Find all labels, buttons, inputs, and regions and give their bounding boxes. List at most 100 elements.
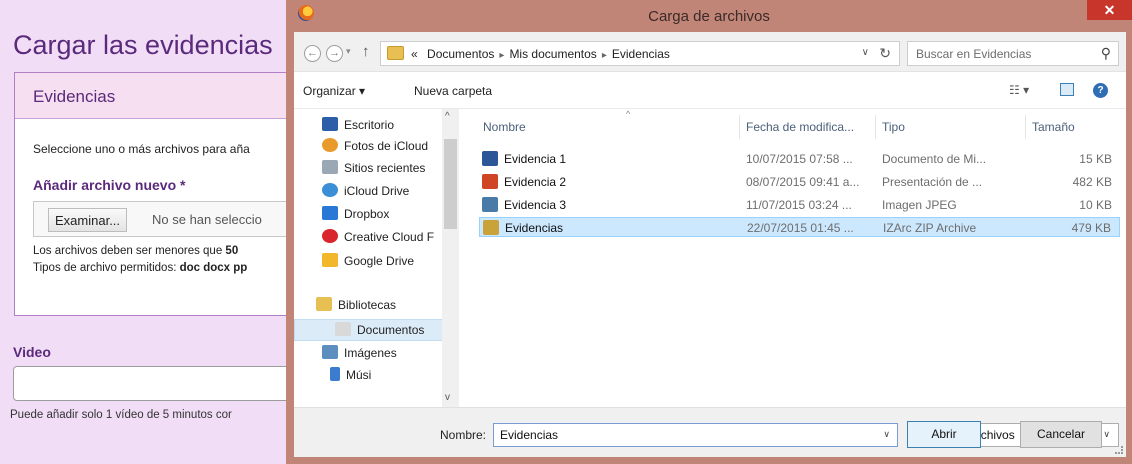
- cancel-button[interactable]: Cancelar: [1020, 421, 1102, 448]
- size-note: Los archivos deben ser menores que 50: [33, 245, 239, 257]
- chevron-down-icon[interactable]: ∨: [1103, 429, 1110, 440]
- file-size: 482 KB: [1072, 175, 1112, 189]
- file-name: Evidencias: [505, 221, 564, 235]
- filename-label: Nombre:: [440, 428, 487, 442]
- libraries-icon: [316, 297, 332, 311]
- word-document-icon: [482, 151, 498, 166]
- file-name: Evidencia 2: [504, 175, 567, 189]
- up-arrow-icon[interactable]: ↑: [362, 43, 370, 60]
- recent-places-icon: [322, 160, 338, 174]
- file-row[interactable]: Evidencia 3 11/07/2015 03:24 ... Imagen …: [479, 195, 1120, 215]
- column-divider[interactable]: [875, 115, 876, 139]
- google-drive-icon: [322, 253, 338, 267]
- add-file-label: Añadir archivo nuevo *: [33, 177, 186, 193]
- nav-item-fotos-icloud[interactable]: Fotos de iCloud: [322, 138, 428, 160]
- file-row[interactable]: Evidencia 2 08/07/2015 09:41 a... Presen…: [479, 172, 1120, 192]
- nav-item-google-drive[interactable]: Google Drive: [322, 253, 414, 275]
- dialog-titlebar[interactable]: Carga de archivos ✕: [286, 0, 1132, 32]
- column-header-tamano[interactable]: Tamaño: [1032, 120, 1075, 134]
- new-folder-button[interactable]: Nueva carpeta: [414, 84, 492, 98]
- column-header-nombre[interactable]: Nombre: [483, 120, 526, 134]
- chevron-down-icon[interactable]: ∨: [883, 429, 890, 440]
- zip-archive-icon: [483, 220, 499, 235]
- nav-item-bibliotecas[interactable]: Bibliotecas: [316, 297, 396, 319]
- filename-input[interactable]: Evidencias ∨: [493, 423, 898, 447]
- nav-item-dropbox[interactable]: Dropbox: [322, 206, 389, 228]
- file-upload-dialog: Carga de archivos ✕ ← → ▾ ↑ « Documentos…: [286, 0, 1132, 464]
- music-icon: [330, 367, 340, 381]
- breadcrumb-documentos[interactable]: Documentos: [427, 47, 494, 61]
- page-title: Cargar las evidencias: [13, 30, 273, 60]
- nav-item-imagenes[interactable]: Imágenes: [322, 345, 397, 367]
- nav-item-sitios-recientes[interactable]: Sitios recientes: [322, 160, 425, 182]
- creative-cloud-icon: [322, 229, 338, 243]
- video-input[interactable]: [13, 366, 303, 401]
- breadcrumb: « Documentos ▸ Mis documentos ▸ Evidencias: [411, 47, 670, 61]
- resize-grip[interactable]: [1115, 446, 1123, 454]
- file-type: Imagen JPEG: [882, 198, 957, 212]
- nav-item-icloud-drive[interactable]: iCloud Drive: [322, 183, 409, 205]
- scroll-up-icon[interactable]: ^: [445, 111, 450, 122]
- file-status-text: No se han seleccio: [152, 212, 262, 227]
- search-input[interactable]: Buscar en Evidencias ⚲: [907, 41, 1119, 66]
- instruction-text: Seleccione uno o más archivos para aña: [33, 142, 250, 156]
- view-options-icon[interactable]: ☷ ▾: [1009, 83, 1029, 97]
- search-icon[interactable]: ⚲: [1101, 45, 1111, 62]
- nav-item-documentos[interactable]: Documentos: [294, 319, 444, 341]
- help-icon[interactable]: ?: [1093, 83, 1108, 98]
- dialog-footer: Nombre: Evidencias ∨ Todos los archivos …: [294, 407, 1126, 457]
- nav-item-escritorio[interactable]: Escritorio: [322, 117, 394, 139]
- recent-locations-chevron-icon[interactable]: ▾: [346, 46, 351, 57]
- preview-pane-icon[interactable]: [1060, 83, 1074, 96]
- file-row[interactable]: Evidencia 1 10/07/2015 07:58 ... Documen…: [479, 149, 1120, 169]
- file-size: 15 KB: [1079, 152, 1112, 166]
- back-button[interactable]: ←: [304, 45, 321, 62]
- close-button[interactable]: ✕: [1087, 0, 1132, 20]
- file-row-selected[interactable]: Evidencias 22/07/2015 01:45 ... IZArc ZI…: [479, 217, 1120, 237]
- file-date: 22/07/2015 01:45 ...: [747, 221, 854, 235]
- nav-scrollbar[interactable]: ^ v: [442, 109, 459, 407]
- filename-value: Evidencias: [500, 428, 559, 442]
- browse-button[interactable]: Examinar...: [48, 208, 128, 232]
- column-divider[interactable]: [1025, 115, 1026, 139]
- file-name: Evidencia 3: [504, 198, 567, 212]
- organize-menu[interactable]: Organizar ▾: [303, 84, 365, 98]
- photos-icon: [322, 138, 338, 152]
- image-file-icon: [482, 197, 498, 212]
- sort-ascending-icon: ^: [626, 109, 631, 119]
- file-type: IZArc ZIP Archive: [883, 221, 977, 235]
- breadcrumb-chevron-icon[interactable]: ▸: [499, 50, 504, 61]
- breadcrumb-chevron-icon[interactable]: ▸: [602, 50, 607, 61]
- scroll-thumb[interactable]: [444, 139, 457, 229]
- video-label: Video: [13, 344, 51, 360]
- file-date: 10/07/2015 07:58 ...: [746, 152, 853, 166]
- video-note: Puede añadir solo 1 vídeo de 5 minutos c…: [10, 409, 232, 421]
- scroll-down-icon[interactable]: v: [445, 392, 450, 403]
- open-button[interactable]: Abrir: [907, 421, 981, 448]
- file-name: Evidencia 1: [504, 152, 567, 166]
- forward-button[interactable]: →: [326, 45, 343, 62]
- pictures-icon: [322, 345, 338, 359]
- nav-item-musica[interactable]: Músi: [330, 367, 371, 389]
- documents-icon: [335, 322, 351, 336]
- breadcrumb-overflow[interactable]: «: [411, 47, 418, 61]
- powerpoint-icon: [482, 174, 498, 189]
- file-size: 479 KB: [1071, 221, 1111, 235]
- address-bar[interactable]: « Documentos ▸ Mis documentos ▸ Evidencias ∨…: [380, 41, 900, 66]
- refresh-icon[interactable]: ↻: [879, 45, 891, 62]
- address-dropdown-icon[interactable]: ∨: [862, 47, 869, 58]
- file-size: 10 KB: [1079, 198, 1112, 212]
- breadcrumb-mis-documentos[interactable]: Mis documentos: [509, 47, 596, 61]
- file-type: Presentación de ...: [882, 175, 983, 189]
- desktop-icon: [322, 117, 338, 131]
- folder-icon: [387, 46, 404, 60]
- breadcrumb-evidencias[interactable]: Evidencias: [612, 47, 670, 61]
- nav-item-creative-cloud[interactable]: Creative Cloud F: [322, 229, 434, 251]
- web-page: Cargar las evidencias Evidencias Selecci…: [0, 0, 313, 464]
- dropbox-icon: [322, 206, 338, 220]
- cloud-icon: [322, 183, 338, 197]
- column-header-fecha[interactable]: Fecha de modifica...: [746, 120, 854, 134]
- column-divider[interactable]: [739, 115, 740, 139]
- column-header-tipo[interactable]: Tipo: [882, 120, 905, 134]
- file-picker: Examinar... No se han seleccio: [33, 201, 313, 237]
